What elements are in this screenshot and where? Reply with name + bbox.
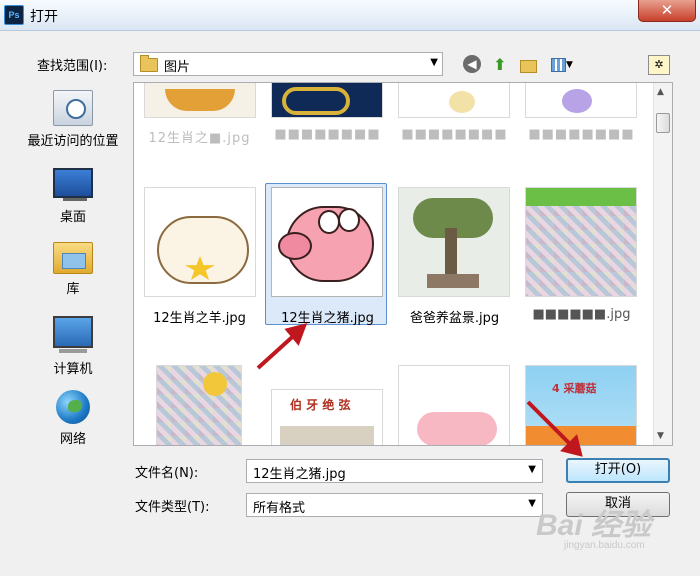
back-icon[interactable]: ◀ <box>463 55 481 73</box>
recent-places-icon <box>53 90 93 126</box>
watermark-brand: Bai 经验 <box>536 509 652 542</box>
dialog-title: 打开 <box>30 9 58 25</box>
file-thumbnail[interactable] <box>144 83 256 118</box>
network-icon <box>56 390 90 424</box>
thumbnail-caption: 4 采蘑菇 <box>552 382 597 395</box>
chevron-down-icon[interactable]: ▼ <box>528 464 536 475</box>
file-name[interactable]: ■■■■■■.jpg <box>519 307 644 322</box>
file-type-label: 文件类型(T): <box>135 500 210 515</box>
scroll-up-icon[interactable]: ▲ <box>657 87 664 97</box>
look-in-dropdown[interactable]: 图片 ▼ <box>133 52 443 76</box>
file-type-value: 所有格式 <box>253 501 306 516</box>
close-button[interactable]: ✕ <box>638 0 696 22</box>
place-label: 网络 <box>59 432 86 447</box>
look-in-value: 图片 <box>164 60 191 75</box>
file-name[interactable]: ■■■■■■■■ <box>265 127 390 142</box>
scroll-thumb[interactable] <box>656 113 670 133</box>
look-in-label: 查找范围(I): <box>37 59 108 74</box>
file-thumbnail-pig[interactable] <box>271 187 383 297</box>
scroll-down-icon[interactable]: ▼ <box>657 431 664 441</box>
desktop-shortcut-icon[interactable]: ✲ <box>648 55 670 75</box>
photoshop-icon: Ps <box>4 5 24 25</box>
places-bar: 最近访问的位置 桌面 库 计算机 网络 <box>17 82 129 537</box>
open-button[interactable]: 打开(O) <box>566 458 670 483</box>
file-name[interactable]: ■■■■■■■■ <box>519 127 644 142</box>
file-thumbnail[interactable] <box>271 83 383 118</box>
place-network[interactable]: 网络 <box>17 390 129 447</box>
folder-icon <box>140 55 158 72</box>
place-label: 库 <box>66 282 80 297</box>
place-computer[interactable]: 计算机 <box>17 316 129 377</box>
new-folder-icon[interactable] <box>518 55 538 75</box>
file-thumbnail-sheep[interactable] <box>144 187 256 297</box>
file-list-view[interactable]: 12生肖之■.jpg ■■■■■■■■ ■■■■■■■■ ■■■■■■■■ 12… <box>133 82 673 446</box>
file-thumbnail-mushroom[interactable]: 4 采蘑菇 <box>525 365 637 445</box>
place-label: 计算机 <box>53 362 93 377</box>
file-thumbnail-guqin[interactable]: 伯 牙 绝 弦 <box>271 389 383 445</box>
file-thumbnail-blurred[interactable] <box>156 365 242 445</box>
open-file-dialog: Ps 打开 ✕ 查找范围(I): 图片 ▼ ◀ ⬆ ▼ ✲ 最近访问的位置 桌面… <box>0 0 700 576</box>
computer-icon <box>53 316 93 353</box>
file-name-input[interactable]: 12生肖之猪.jpg ▼ <box>246 459 543 483</box>
watermark-url: jingyan.baidu.com <box>564 540 645 551</box>
file-thumbnail-blurred[interactable] <box>525 187 637 297</box>
file-thumbnail-bonsai[interactable] <box>398 187 510 297</box>
place-recent[interactable]: 最近访问的位置 <box>17 90 129 149</box>
file-type-dropdown[interactable]: 所有格式 ▼ <box>246 493 543 517</box>
up-folder-icon[interactable]: ⬆ <box>490 55 510 75</box>
file-name[interactable]: 爸爸养盆景.jpg <box>392 307 517 326</box>
place-desktop[interactable]: 桌面 <box>17 168 129 225</box>
file-name-selected[interactable]: 12生肖之猪.jpg <box>265 307 390 326</box>
place-label: 桌面 <box>59 210 86 225</box>
file-name[interactable]: 12生肖之羊.jpg <box>137 307 262 326</box>
file-name[interactable]: ■■■■■■■■ <box>392 127 517 142</box>
file-thumbnail[interactable] <box>525 83 637 118</box>
desktop-icon <box>53 168 93 201</box>
file-thumbnail-pig-sleeping[interactable] <box>398 365 510 445</box>
library-icon <box>53 242 93 274</box>
file-name-label: 文件名(N): <box>135 466 199 481</box>
file-thumbnail[interactable] <box>398 83 510 118</box>
baidu-watermark: Bai 经验 jingyan.baidu.com <box>536 500 651 551</box>
place-library[interactable]: 库 <box>17 242 129 297</box>
thumbnail-caption: 伯 牙 绝 弦 <box>290 398 351 412</box>
place-label: 最近访问的位置 <box>27 134 119 149</box>
chevron-down-icon: ▼ <box>528 498 536 509</box>
file-name[interactable]: 12生肖之■.jpg <box>137 127 262 146</box>
title-bar: Ps 打开 ✕ <box>0 0 700 31</box>
file-name-value: 12生肖之猪.jpg <box>253 467 346 482</box>
vertical-scrollbar[interactable]: ▲ ▼ <box>653 83 672 445</box>
chevron-down-icon: ▼ <box>430 57 438 68</box>
view-menu-icon[interactable]: ▼ <box>546 55 578 75</box>
